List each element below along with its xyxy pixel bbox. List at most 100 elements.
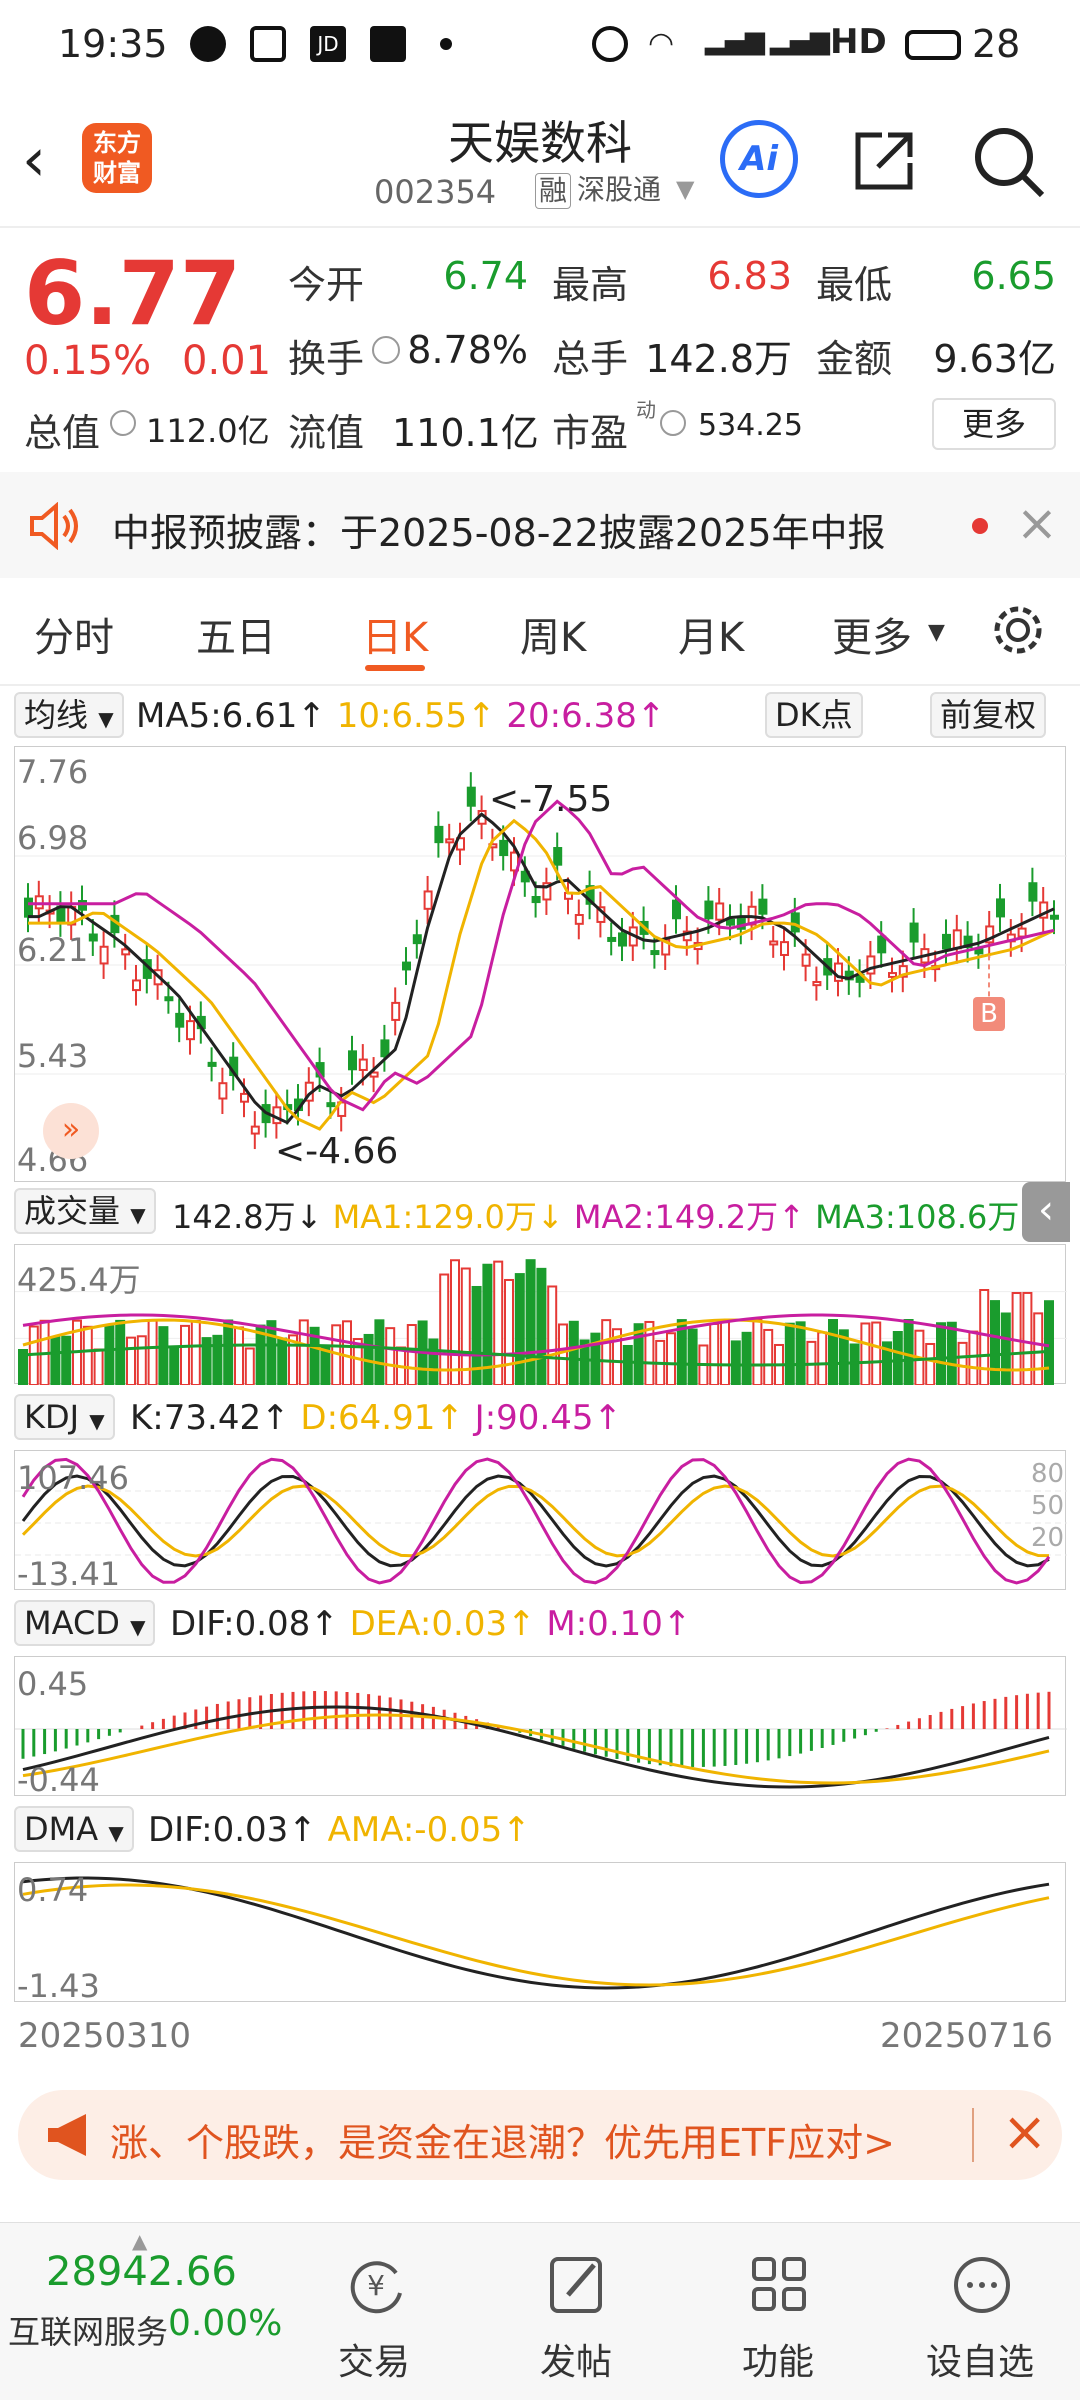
index-name: 互联网服务 (8, 2313, 169, 2351)
trade-icon: ¥ (350, 2261, 402, 2314)
close-icon[interactable]: × (1016, 494, 1058, 552)
macd-dea: DEA:0.03↑ (349, 1604, 536, 1644)
macd-dif-line (22, 1705, 1050, 1789)
nav-trade[interactable]: ¥ 交易 (274, 2223, 474, 2400)
current-price: 6.77 (24, 242, 242, 345)
close-icon[interactable]: × (1002, 2100, 1047, 2163)
candle-body (175, 1012, 185, 1028)
volume-bar (784, 1322, 795, 1387)
tab-monthly-k[interactable]: 月K (678, 605, 744, 663)
turnover-value: 8.78% (407, 328, 528, 372)
volume-bar (504, 1278, 514, 1386)
macd-selector[interactable]: MACD ▼ (14, 1600, 156, 1646)
volume-bar (903, 1319, 914, 1386)
dma-selector[interactable]: DMA ▼ (14, 1806, 134, 1852)
nav-post[interactable]: 发帖 (476, 2223, 676, 2400)
dma-dif-line (22, 1876, 1050, 1990)
candle-body (726, 918, 735, 926)
post-icon (550, 2257, 602, 2313)
candle-body (326, 1102, 336, 1108)
settings-gear-icon[interactable] (990, 602, 1046, 658)
tab-daily-k[interactable]: 日K (362, 605, 428, 663)
expand-icon[interactable]: » (43, 1103, 99, 1159)
chevron-down-icon[interactable]: ▼ (928, 620, 945, 645)
kdj-d-line (21, 1484, 1050, 1558)
ma10-value: 10:6.55↑ (336, 696, 496, 736)
candle-body (218, 1082, 228, 1100)
volume-bar (115, 1319, 126, 1386)
date-end: 20250716 (880, 2016, 1054, 2056)
chevron-down-icon: ▼ (108, 1821, 124, 1845)
candle-body (780, 941, 789, 956)
volume-bar (547, 1285, 558, 1387)
date-start: 20250310 (18, 2016, 192, 2056)
volume-bar (126, 1336, 136, 1386)
chevron-down-icon: ▼ (130, 1203, 146, 1227)
change-amount: 0.01 (182, 338, 272, 384)
search-icon[interactable] (970, 123, 1050, 203)
candle-body (445, 838, 455, 844)
divider (0, 684, 1080, 686)
kline-chart[interactable]: 7.76 6.98 6.21 5.43 4.66 <-7.55 <-4.66 B… (14, 746, 1067, 1182)
ma-selector[interactable]: 均线 ▼ (14, 692, 124, 738)
chevron-down-icon: ▼ (130, 1615, 146, 1639)
nav-add-watchlist-label: 设自选 (925, 2342, 1034, 2383)
buy-marker[interactable]: B (973, 997, 1005, 1031)
dma-svg (22, 1876, 1050, 1990)
chevron-down-icon[interactable]: ▼ (676, 175, 694, 203)
tab-five-day[interactable]: 五日 (196, 605, 276, 663)
dk-label: DK点 (775, 696, 853, 734)
kdj-selector[interactable]: KDJ ▼ (14, 1394, 115, 1440)
info-icon[interactable] (110, 410, 136, 436)
high-marker: <-7.55 (489, 779, 613, 820)
tab-intraday[interactable]: 分时 (34, 605, 114, 663)
volume-bar (795, 1321, 806, 1387)
volume-bar (374, 1319, 385, 1386)
candle-body (758, 898, 768, 915)
volume-bar (622, 1344, 633, 1386)
info-icon[interactable] (660, 410, 686, 436)
promo-banner[interactable]: 涨、个股跌，是资金在退潮？优先用ETF应对> × (18, 2090, 1062, 2180)
pe-label: 市盈 (552, 411, 629, 455)
candle-body (607, 936, 617, 942)
volume-bar (536, 1267, 547, 1386)
volume-selector[interactable]: 成交量 ▼ (14, 1188, 156, 1234)
ai-button[interactable]: Ai (720, 120, 798, 198)
connect-tag[interactable]: 深股通 (574, 173, 664, 209)
candle-body (250, 1125, 260, 1135)
adjust-button[interactable]: 前复权 (930, 692, 1047, 738)
logo-text-bottom: 财富 (93, 159, 141, 187)
volume-bar (104, 1325, 115, 1386)
ma20-value: 20:6.38↑ (506, 696, 666, 736)
macd-top: 0.45 (17, 1665, 89, 1703)
more-quote-button[interactable]: 更多 (932, 398, 1056, 450)
collapse-panel-button[interactable]: ‹ (1022, 1182, 1070, 1242)
index-ticker[interactable]: ▲ 28942.66 互联网服务 0.00% (0, 2223, 290, 2400)
nav-add-watchlist[interactable]: 设自选 (880, 2223, 1080, 2400)
dk-point-button[interactable]: DK点 (765, 692, 863, 738)
dot-icon (440, 38, 452, 50)
tab-weekly-k[interactable]: 周K (520, 605, 586, 663)
share-icon[interactable] (848, 125, 920, 197)
amount-value: 9.63亿 (933, 337, 1056, 381)
open-label: 今开 (288, 263, 365, 307)
tab-more[interactable]: 更多 (832, 605, 912, 663)
candle-body (650, 950, 660, 956)
app-icon (250, 26, 286, 62)
info-icon[interactable] (372, 336, 400, 364)
nav-post-label: 发帖 (539, 2342, 612, 2383)
volume-bar (892, 1331, 903, 1387)
network-type: HD (830, 22, 887, 62)
status-time: 19:35 (58, 22, 168, 66)
back-icon[interactable]: ‹ (22, 125, 46, 195)
volume-bar (763, 1328, 774, 1387)
nav-functions[interactable]: 功能 (678, 2223, 878, 2400)
macd-bottom: -0.44 (17, 1761, 100, 1799)
dma-dif: DIF:0.03↑ (148, 1810, 317, 1850)
mcap-value: 112.0亿 (146, 412, 270, 450)
notice-bar[interactable]: 中报预披露：于2025-08-22披露2025年中报 × (0, 472, 1080, 578)
volume-bar (687, 1328, 698, 1387)
candle-body (801, 953, 811, 967)
volume-bar (50, 1336, 61, 1386)
adjust-label: 前复权 (940, 696, 1037, 734)
